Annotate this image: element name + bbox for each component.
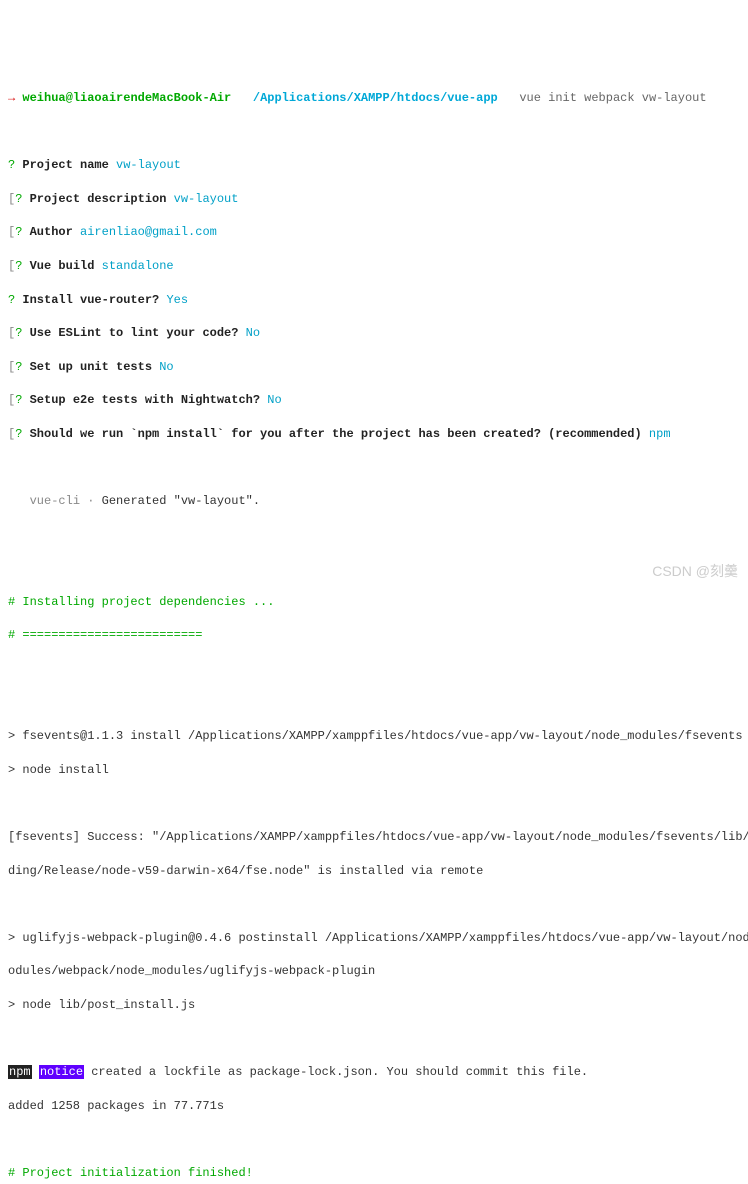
question-value: airenliao@gmail.com: [80, 225, 217, 239]
install-underline: # =========================: [8, 627, 740, 644]
log-line: [fsevents] Success: "/Applications/XAMPP…: [8, 829, 740, 846]
init-done-header: # Project initialization finished!: [8, 1165, 740, 1182]
question-label: Set up unit tests: [30, 360, 152, 374]
question-value: standalone: [102, 259, 174, 273]
question-value: npm: [649, 427, 671, 441]
question-value: No: [159, 360, 173, 374]
at-sign: @: [66, 91, 73, 105]
question-label: Project description: [30, 192, 167, 206]
question-row: [? Project description vw-layout: [8, 191, 740, 208]
question-value: Yes: [166, 293, 188, 307]
log-line: > fsevents@1.1.3 install /Applications/X…: [8, 728, 740, 745]
question-row: [? Author airenliao@gmail.com: [8, 224, 740, 241]
log-line: > node install: [8, 762, 740, 779]
question-row: [? Use ESLint to lint your code? No: [8, 325, 740, 342]
username: weihua: [22, 91, 65, 105]
question-row: [? Set up unit tests No: [8, 359, 740, 376]
question-row: [? Should we run `npm install` for you a…: [8, 426, 740, 443]
log-line: odules/webpack/node_modules/uglifyjs-web…: [8, 963, 740, 980]
npm-tag: npm: [8, 1065, 32, 1079]
generated-line: vue-cli · Generated "vw-layout".: [8, 493, 740, 510]
log-line: > node lib/post_install.js: [8, 997, 740, 1014]
question-label: Use ESLint to lint your code?: [30, 326, 239, 340]
log-line: ding/Release/node-v59-darwin-x64/fse.nod…: [8, 863, 740, 880]
question-label: Vue build: [30, 259, 95, 273]
cwd-path: /Applications/XAMPP/htdocs/vue-app: [253, 91, 498, 105]
question-label: Install vue-router?: [22, 293, 159, 307]
question-row: ? Install vue-router? Yes: [8, 292, 740, 309]
prompt-line: → weihua@liaoairendeMacBook-Air /Applica…: [8, 90, 740, 107]
question-label: Project name: [22, 158, 108, 172]
question-value: vw-layout: [174, 192, 239, 206]
notice-tag: notice: [39, 1065, 84, 1079]
question-value: vw-layout: [116, 158, 181, 172]
question-row: ? Project name vw-layout: [8, 157, 740, 174]
install-header: # Installing project dependencies ...: [8, 594, 740, 611]
question-value: No: [246, 326, 260, 340]
command: vue init webpack vw-layout: [519, 91, 706, 105]
terminal-output: → weihua@liaoairendeMacBook-Air /Applica…: [8, 73, 740, 1184]
arrow-icon: →: [8, 91, 15, 105]
question-label: Should we run `npm install` for you afte…: [30, 427, 642, 441]
question-row: [? Vue build standalone: [8, 258, 740, 275]
question-label: Setup e2e tests with Nightwatch?: [30, 393, 260, 407]
question-value: No: [267, 393, 281, 407]
question-label: Author: [30, 225, 73, 239]
log-line: added 1258 packages in 77.771s: [8, 1098, 740, 1115]
log-line: > uglifyjs-webpack-plugin@0.4.6 postinst…: [8, 930, 740, 947]
hostname: liaoairendeMacBook-Air: [73, 91, 231, 105]
question-row: [? Setup e2e tests with Nightwatch? No: [8, 392, 740, 409]
npm-notice-line: npm notice created a lockfile as package…: [8, 1064, 740, 1081]
